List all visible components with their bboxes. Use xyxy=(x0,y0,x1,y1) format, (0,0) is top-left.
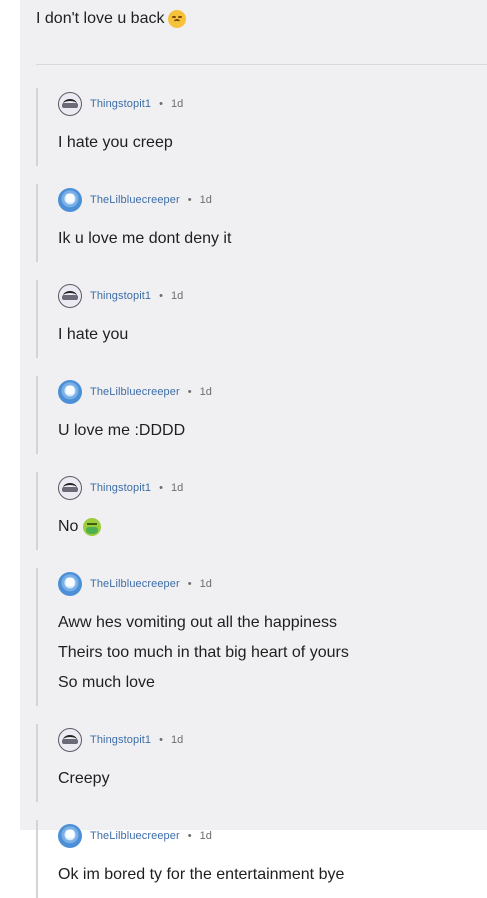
comment-body: Ok im bored ty for the entertainment bye xyxy=(58,850,487,898)
comment-line: Theirs too much in that big heart of you… xyxy=(58,638,487,668)
comment-item: Thingstopit1 • 1d I hate you xyxy=(36,262,487,358)
thread-rail[interactable] xyxy=(36,472,38,550)
comment-text: No xyxy=(58,518,79,535)
comment-line: Ok im bored ty for the entertainment bye xyxy=(58,860,487,890)
comment-line: Ik u love me dont deny it xyxy=(58,224,487,254)
comment-body: Aww hes vomiting out all the happiness Th… xyxy=(58,598,487,706)
thread-rail[interactable] xyxy=(36,184,38,262)
blue-avatar-icon[interactable] xyxy=(58,380,82,404)
face-avatar-icon[interactable] xyxy=(58,476,82,500)
timestamp: 1d xyxy=(171,290,184,302)
comment-panel: I don't love u back Thingstopit1 • 1d I hat… xyxy=(20,0,487,898)
reply-thread: Thingstopit1 • 1d I hate you creep TheLilblu… xyxy=(36,70,487,898)
divider xyxy=(36,64,487,65)
comment-header: Thingstopit1 • 1d xyxy=(58,454,487,502)
comment-body: U love me :DDDD xyxy=(58,406,487,454)
comment-item: Thingstopit1 • 1d I hate you creep xyxy=(36,70,487,166)
comment-text: So much love xyxy=(58,674,155,691)
comment-body: Creepy xyxy=(58,754,487,802)
separator-dot: • xyxy=(159,734,163,746)
comment-text: U love me :DDDD xyxy=(58,422,186,439)
comment-text: I hate you xyxy=(58,326,129,343)
face-avatar-icon[interactable] xyxy=(58,92,82,116)
username-link[interactable]: TheLilbluecreeper xyxy=(90,830,180,842)
comment-header: Thingstopit1 • 1d xyxy=(58,262,487,310)
separator-dot: • xyxy=(187,830,192,842)
comment-text: Ik u love me dont deny it xyxy=(58,230,232,247)
thread-rail[interactable] xyxy=(36,280,38,358)
comment-body: I hate you xyxy=(58,310,487,358)
username-link[interactable]: Thingstopit1 xyxy=(90,482,151,494)
thread-rail[interactable] xyxy=(36,568,38,706)
blue-avatar-icon[interactable] xyxy=(58,188,82,212)
comment-header: TheLilbluecreeper • 1d xyxy=(58,802,487,850)
username-link[interactable]: Thingstopit1 xyxy=(90,290,151,302)
comment-text: Creepy xyxy=(58,770,110,787)
face-avatar-icon[interactable] xyxy=(58,284,82,308)
comment-body: Ik u love me dont deny it xyxy=(58,214,487,262)
comment-item: TheLilbluecreeper • 1d Aww hes vomiting out… xyxy=(36,550,487,706)
separator-dot: • xyxy=(159,290,163,302)
timestamp: 1d xyxy=(199,386,212,398)
comment-line: Creepy xyxy=(58,764,487,794)
thread-rail[interactable] xyxy=(36,724,38,802)
comment-text: Theirs too much in that big heart of you… xyxy=(58,644,349,661)
comment-line: I hate you creep xyxy=(58,128,487,158)
comment-text: Ok im bored ty for the entertainment bye xyxy=(58,866,345,883)
comment-body: No xyxy=(58,502,487,550)
comment-header: TheLilbluecreeper • 1d xyxy=(58,166,487,214)
sad-face-emoji-icon xyxy=(168,10,187,28)
timestamp: 1d xyxy=(199,578,212,590)
comment-header: TheLilbluecreeper • 1d xyxy=(58,358,487,406)
separator-dot: • xyxy=(187,578,192,590)
username-link[interactable]: TheLilbluecreeper xyxy=(90,578,180,590)
comment-item: TheLilbluecreeper • 1d U love me :DDDD xyxy=(36,358,487,454)
comment-line: U love me :DDDD xyxy=(58,416,487,446)
comment-text: Aww hes vomiting out all the happiness xyxy=(58,614,337,631)
separator-dot: • xyxy=(159,482,163,494)
username-link[interactable]: TheLilbluecreeper xyxy=(90,386,180,398)
username-link[interactable]: Thingstopit1 xyxy=(90,98,151,110)
timestamp: 1d xyxy=(171,734,184,746)
comment-line: No xyxy=(58,512,487,542)
parent-comment-body: I don't love u back xyxy=(36,10,165,27)
parent-comment-text: I don't love u back xyxy=(36,10,187,28)
comment-header: Thingstopit1 • 1d xyxy=(58,70,487,118)
thread-rail[interactable] xyxy=(36,88,38,166)
timestamp: 1d xyxy=(199,830,212,842)
comment-line: So much love xyxy=(58,668,487,698)
comment-text: I hate you creep xyxy=(58,134,173,151)
comment-header: TheLilbluecreeper • 1d xyxy=(58,550,487,598)
blue-avatar-icon[interactable] xyxy=(58,572,82,596)
comment-item: Thingstopit1 • 1d No xyxy=(36,454,487,550)
thread-rail[interactable] xyxy=(36,376,38,454)
nauseated-face-emoji-icon xyxy=(82,517,101,536)
comment-item: TheLilbluecreeper • 1d Ok im bored ty for t… xyxy=(36,802,487,898)
left-gutter xyxy=(0,0,20,830)
comment-line: Aww hes vomiting out all the happiness xyxy=(58,608,487,638)
separator-dot: • xyxy=(159,98,163,110)
timestamp: 1d xyxy=(171,98,184,110)
face-avatar-icon[interactable] xyxy=(58,728,82,752)
timestamp: 1d xyxy=(199,194,212,206)
blue-avatar-icon[interactable] xyxy=(58,824,82,848)
comment-line: I hate you xyxy=(58,320,487,350)
comment-body: I hate you creep xyxy=(58,118,487,166)
timestamp: 1d xyxy=(171,482,184,494)
comment-item: Thingstopit1 • 1d Creepy xyxy=(36,706,487,802)
thread-rail[interactable] xyxy=(36,820,38,898)
separator-dot: • xyxy=(187,386,192,398)
username-link[interactable]: Thingstopit1 xyxy=(90,734,151,746)
username-link[interactable]: TheLilbluecreeper xyxy=(90,194,180,206)
separator-dot: • xyxy=(187,194,192,206)
comment-item: TheLilbluecreeper • 1d Ik u love me dont de… xyxy=(36,166,487,262)
comment-header: Thingstopit1 • 1d xyxy=(58,706,487,754)
